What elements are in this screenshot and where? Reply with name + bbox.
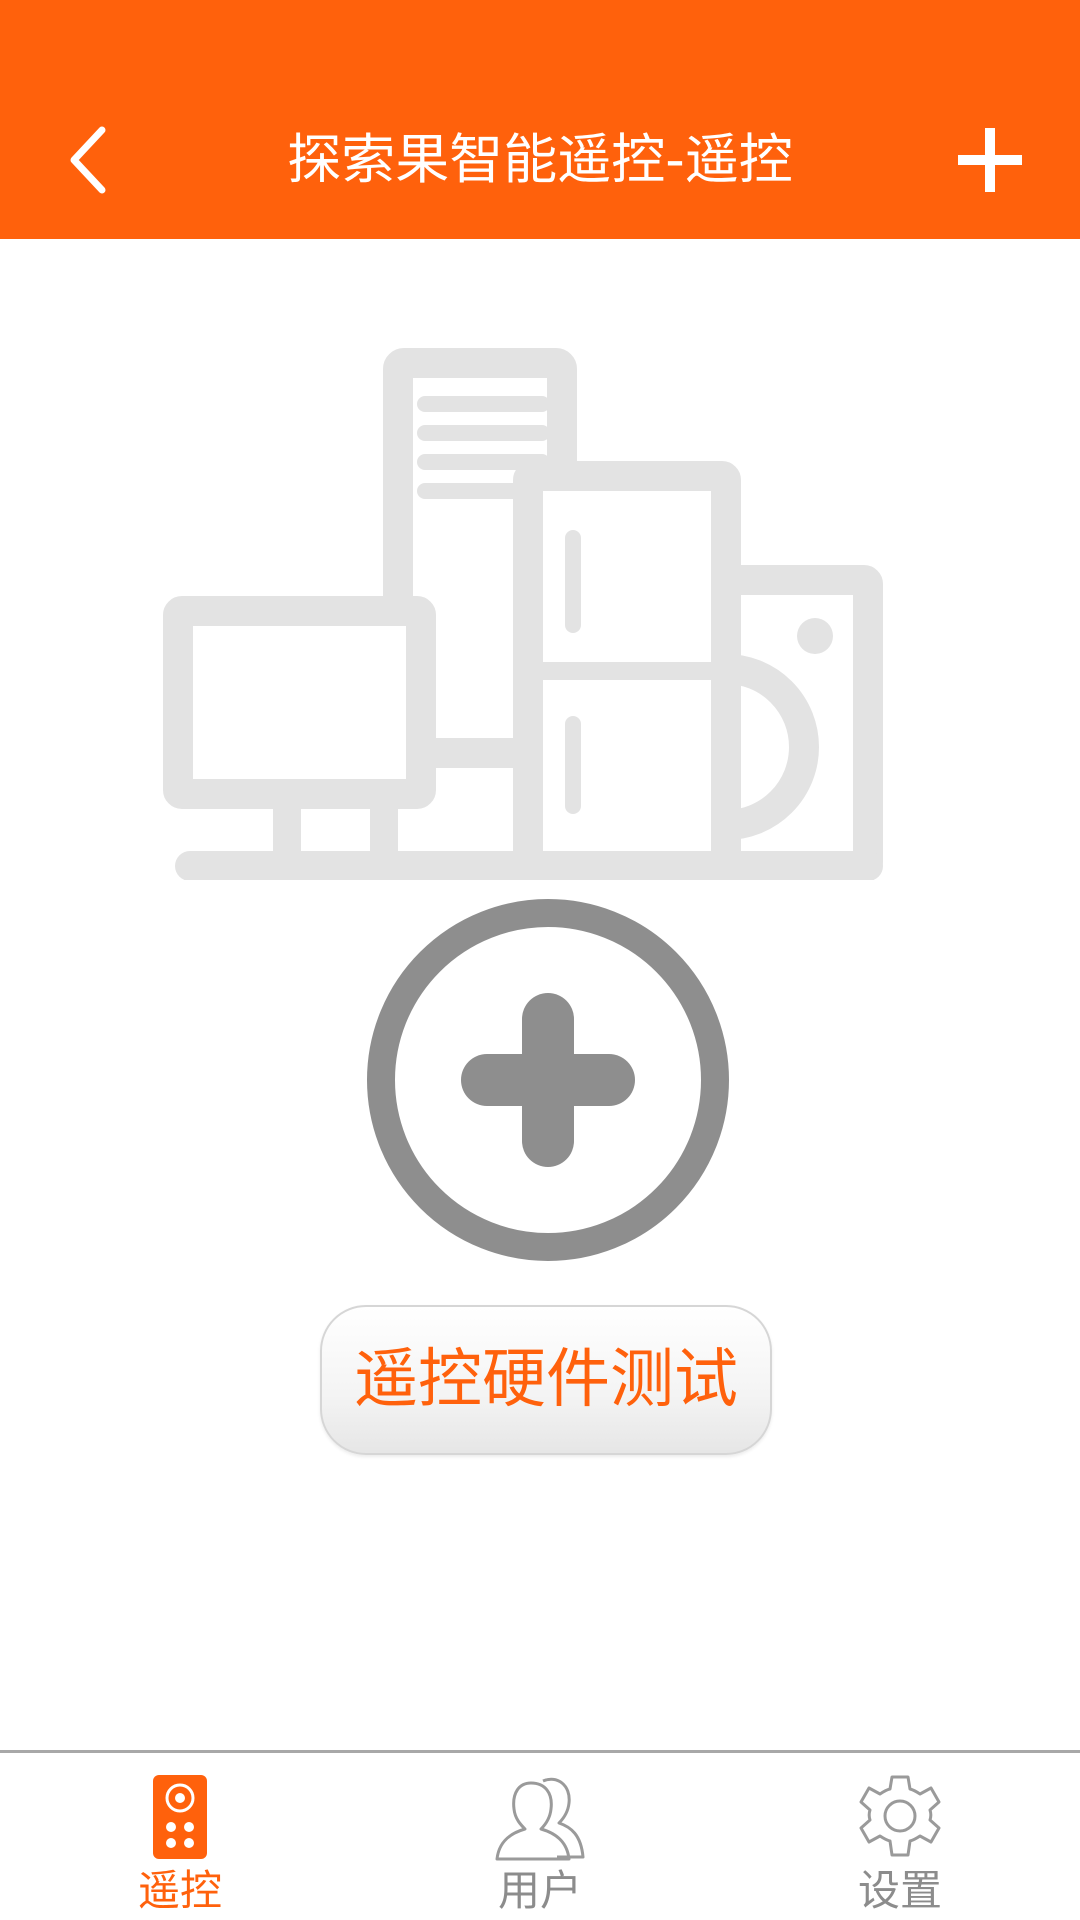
add-remote-button[interactable] — [365, 897, 731, 1263]
circle-plus-icon — [367, 899, 729, 1261]
back-button[interactable] — [40, 110, 140, 210]
tab-settings[interactable]: 设置 — [800, 1753, 1000, 1920]
tab-users-label: 用户 — [497, 1866, 582, 1915]
tab-remote[interactable]: 遥控 — [80, 1753, 280, 1920]
hardware-test-button[interactable]: 遥控硬件测试 — [320, 1305, 772, 1455]
users-icon — [495, 1777, 585, 1861]
add-button[interactable] — [940, 110, 1040, 210]
chevron-left-icon — [70, 126, 106, 194]
gear-icon — [859, 1775, 941, 1857]
bottom-tab-bar: 遥控 用户 设置 — [0, 1750, 1080, 1920]
tab-users[interactable]: 用户 — [440, 1753, 640, 1920]
page-title: 探索果智能遥控-遥控 — [287, 128, 793, 191]
header-bar: 探索果智能遥控-遥控 — [0, 0, 1080, 239]
app-screen: 探索果智能遥控-遥控 遥控硬件测试 遥控 用户 设置 — [0, 0, 1080, 1920]
remote-control-icon — [153, 1775, 207, 1859]
tab-remote-label: 遥控 — [137, 1866, 222, 1915]
appliances-illustration — [163, 348, 883, 880]
tab-settings-label: 设置 — [857, 1866, 942, 1915]
plus-icon — [958, 128, 1022, 192]
monitor-shape — [163, 596, 436, 809]
